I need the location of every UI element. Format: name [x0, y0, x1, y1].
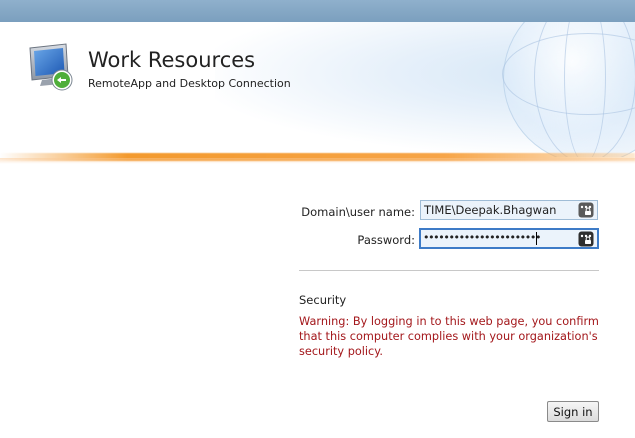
password-manager-key-icon[interactable] [578, 231, 594, 247]
password-mask: ••••••••••••••••••••••• [423, 231, 541, 244]
username-input[interactable]: TIME\Deepak.Bhagwan [420, 200, 598, 220]
form-separator [299, 270, 599, 271]
top-bar [0, 0, 635, 22]
page-subtitle: RemoteApp and Desktop Connection [88, 77, 291, 90]
sign-in-button[interactable]: Sign in [547, 401, 599, 422]
password-manager-key-icon[interactable] [578, 202, 594, 218]
rd-web-access-page: Work Resources RemoteApp and Desktop Con… [0, 0, 635, 438]
page-header: Work Resources RemoteApp and Desktop Con… [0, 22, 635, 157]
remote-desktop-computer-icon [26, 42, 78, 94]
password-label: Password: [357, 233, 415, 247]
text-caret [536, 232, 537, 245]
username-value: TIME\Deepak.Bhagwan [424, 203, 557, 217]
username-label: Domain\user name: [301, 205, 415, 219]
security-warning: Warning: By logging in to this web page,… [299, 315, 599, 358]
header-accent-glow [0, 158, 635, 164]
password-input[interactable]: ••••••••••••••••••••••• [419, 228, 599, 249]
security-heading: Security [299, 293, 347, 307]
page-title: Work Resources [88, 48, 256, 72]
